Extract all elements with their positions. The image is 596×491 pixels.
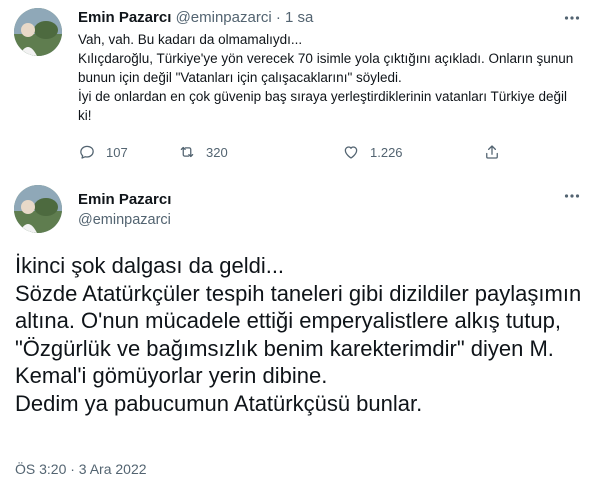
tweet-text: İkinci şok dalgası da geldi... Sözde Ata… [15,252,585,417]
tweet-text-line: Sözde Atatürkçüler tespih taneleri gibi … [15,280,582,389]
author-name[interactable]: Emin Pazarcı [78,191,171,208]
tweet-actions: 107 320 1.226 [78,143,508,163]
tweet-timestamp[interactable]: ÖS 3:20 · 3 Ara 2022 [15,461,147,477]
author-avatar[interactable] [14,8,62,56]
heart-icon [344,146,358,159]
avatar-image [14,8,62,56]
tweet-header: Emin Pazarcı @eminpazarci · 1 sa [78,9,313,26]
more-horizontal-icon [564,16,580,20]
tweet-text-line: İyi de onlardan en çok güvenip baş sıray… [78,89,568,123]
tweet-text-line: Dedim ya pabucumun Atatürkçüsü bunlar. [15,390,423,416]
author-avatar[interactable] [14,185,62,233]
tweet-time[interactable]: 1 sa [285,9,313,26]
avatar-image [14,185,62,233]
reply-icon [80,145,94,159]
author-name[interactable]: Emin Pazarcı [78,9,171,26]
share-icon [486,145,498,159]
reply-button[interactable]: 107 [78,143,128,161]
author-handle[interactable]: @eminpazarci [78,212,171,228]
header-separator: · [275,9,281,26]
more-horizontal-icon [564,194,580,198]
tweet-text-line: Vah, vah. Bu kadarı da olmamalıydı... [78,32,303,47]
reply-count: 107 [106,144,128,160]
more-options-button[interactable] [562,8,582,28]
retweet-button[interactable]: 320 [178,143,228,161]
retweet-count: 320 [206,144,228,160]
retweet-icon [180,146,194,158]
more-options-button[interactable] [562,186,582,206]
like-count: 1.226 [370,144,403,160]
like-button[interactable]: 1.226 [342,143,403,161]
tweet-text: Vah, vah. Bu kadarı da olmamalıydı... Kı… [78,30,578,125]
author-handle[interactable]: @eminpazarci [176,9,272,26]
share-button[interactable] [483,143,511,161]
tweet-text-line: İkinci şok dalgası da geldi... [15,253,285,278]
tweet-text-line: Kılıçdaroğlu, Türkiye'ye yön verecek 70 … [78,51,574,85]
